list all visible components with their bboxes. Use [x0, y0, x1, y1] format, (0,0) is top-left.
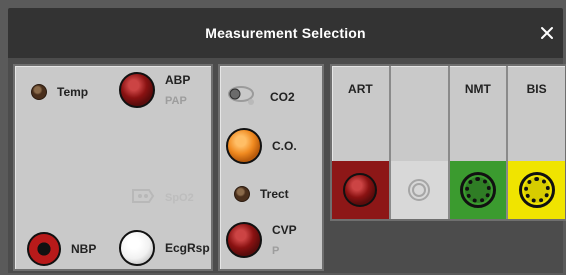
abp-connector-icon: [119, 72, 155, 108]
temp-label: Temp: [57, 85, 89, 99]
art-connector-icon: [343, 173, 378, 207]
nbp-connector-icon: [27, 232, 61, 266]
cvp-connector-icon: [226, 222, 262, 258]
bis-slot[interactable]: [508, 161, 565, 219]
close-button[interactable]: [537, 23, 557, 43]
co2-label: CO2: [270, 89, 295, 104]
titlebar: Measurement Selection: [8, 8, 563, 58]
cvp-sub-label: P: [272, 244, 280, 257]
spo2-connector-icon: [131, 188, 155, 207]
empty-slot[interactable]: [390, 161, 448, 219]
abp-text: ABP PAP: [165, 74, 190, 107]
nbp-label: NBP: [71, 242, 97, 256]
cvp-label: CVP: [272, 222, 297, 237]
cvp-text: CVP P: [272, 224, 297, 257]
bis-label: BIS: [526, 82, 547, 96]
temp-connector-icon: [31, 84, 47, 100]
module-panel-3: ART NMT BIS: [330, 64, 566, 221]
selection-body: Temp ABP PAP SpO2 NBP EcgRsp CO2 C.O. Tr…: [8, 58, 566, 273]
co-label: C.O.: [272, 139, 297, 153]
module-panel-1: Temp ABP PAP SpO2 NBP EcgRsp: [13, 64, 213, 271]
nmt-column[interactable]: NMT: [449, 66, 509, 219]
co2-item[interactable]: CO2: [226, 84, 295, 109]
close-icon: [541, 27, 553, 39]
nbp-item[interactable]: NBP: [27, 232, 96, 266]
measurement-selection-window: Measurement Selection Temp ABP PAP SpO2 …: [0, 0, 566, 275]
module-panel-2: CO2 C.O. Trect CVP P: [218, 64, 324, 271]
co2-connector-icon: [226, 84, 260, 109]
trect-item[interactable]: Trect: [234, 186, 289, 202]
bis-column[interactable]: BIS: [508, 66, 565, 219]
art-slot[interactable]: [332, 161, 389, 219]
cvp-item[interactable]: CVP P: [226, 222, 297, 258]
abp-label: ABP: [165, 72, 191, 87]
pap-label: PAP: [165, 94, 187, 107]
nmt-connector-icon: [459, 172, 496, 208]
ecgrsp-item[interactable]: EcgRsp: [119, 230, 210, 266]
art-column[interactable]: ART: [332, 66, 391, 219]
nmt-label: NMT: [464, 82, 491, 96]
art-label: ART: [348, 82, 373, 96]
trect-connector-icon: [234, 186, 250, 202]
ecgrsp-label: EcgRsp: [165, 241, 210, 255]
empty-column[interactable]: [390, 66, 450, 219]
module-columns: ART NMT BIS: [332, 66, 565, 219]
co-connector-icon: [226, 128, 262, 164]
bis-connector-icon: [518, 172, 555, 208]
window-title: Measurement Selection: [205, 25, 366, 41]
abp-item[interactable]: ABP PAP: [119, 72, 190, 108]
co-item[interactable]: C.O.: [226, 128, 297, 164]
empty-slot-ring-icon: [408, 179, 431, 201]
spo2-item[interactable]: SpO2: [131, 188, 194, 207]
ecgrsp-connector-icon: [119, 230, 155, 266]
spo2-label: SpO2: [165, 191, 194, 204]
temp-item[interactable]: Temp: [31, 84, 88, 100]
trect-label: Trect: [260, 187, 289, 201]
nmt-slot[interactable]: [449, 161, 507, 219]
